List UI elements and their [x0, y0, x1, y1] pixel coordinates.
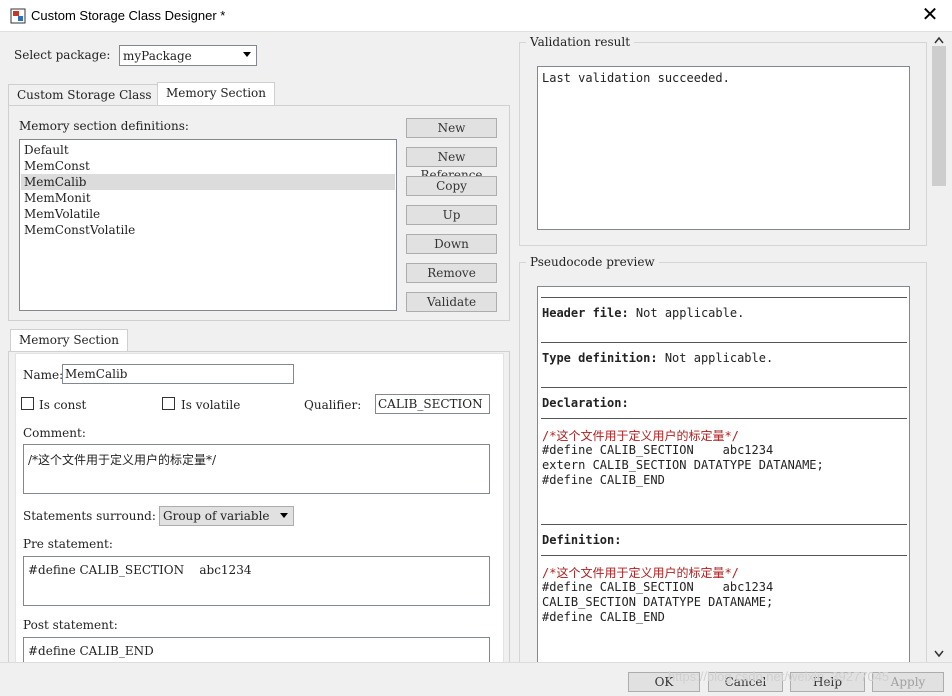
- type-definition-value: Not applicable.: [657, 351, 774, 365]
- type-definition-label: Type definition:: [542, 351, 658, 365]
- list-item[interactable]: MemConstVolatile: [24, 222, 396, 238]
- memory-section-tab[interactable]: Memory Section: [10, 329, 128, 353]
- post-statement-value: #define CALIB_END: [28, 644, 154, 658]
- remove-button[interactable]: Remove: [406, 263, 497, 283]
- header-file-label: Header file:: [542, 306, 629, 320]
- post-statement-label: Post statement:: [23, 618, 118, 632]
- validate-button[interactable]: Validate: [406, 292, 497, 312]
- list-item-selected[interactable]: MemCalib: [21, 174, 395, 190]
- pseudocode-divider: [541, 524, 907, 525]
- package-value: myPackage: [123, 49, 192, 63]
- pre-statement-value: #define CALIB_SECTION abc1234: [28, 563, 252, 577]
- tab-memory-section[interactable]: Memory Section: [157, 82, 275, 106]
- pre-statement-label: Pre statement:: [23, 537, 113, 551]
- pseudocode-divider: [541, 297, 907, 298]
- pseudocode-divider: [541, 555, 907, 556]
- new-reference-button[interactable]: New Reference: [406, 147, 497, 182]
- comment-value: /*这个文件用于定义用户的标定量*/: [28, 453, 217, 467]
- copy-button[interactable]: Copy: [406, 176, 497, 196]
- definitions-label: Memory section definitions:: [19, 119, 189, 133]
- declaration-comment: /*这个文件用于定义用户的标定量*/: [542, 429, 739, 443]
- name-label: Name:: [23, 368, 64, 382]
- qualifier-label: Qualifier:: [304, 398, 362, 412]
- new-button[interactable]: New: [406, 118, 497, 138]
- definition-line: CALIB_SECTION DATATYPE DATANAME;: [542, 595, 774, 609]
- down-button[interactable]: Down: [406, 234, 497, 254]
- is-volatile-checkbox[interactable]: [162, 397, 175, 410]
- qualifier-field[interactable]: CALIB_SECTION: [375, 394, 490, 414]
- declaration-line: extern CALIB_SECTION DATATYPE DATANAME;: [542, 458, 824, 472]
- package-dropdown[interactable]: myPackage: [119, 45, 257, 66]
- comment-field[interactable]: /*这个文件用于定义用户的标定量*/: [23, 444, 490, 494]
- name-value: MemCalib: [65, 367, 128, 381]
- chevron-down-icon: [280, 513, 288, 518]
- window-title: Custom Storage Class Designer *: [31, 8, 226, 23]
- pseudocode-divider: [541, 387, 907, 388]
- post-statement-field[interactable]: #define CALIB_END: [23, 637, 490, 663]
- name-field[interactable]: MemCalib: [62, 364, 294, 384]
- package-label: Select package:: [14, 48, 111, 62]
- pseudocode-label: Pseudocode preview: [526, 255, 659, 269]
- definition-comment: /*这个文件用于定义用户的标定量*/: [542, 566, 739, 580]
- scrollbar-thumb[interactable]: [932, 46, 946, 186]
- declaration-line: #define CALIB_END: [542, 473, 665, 487]
- definition-label: Definition:: [542, 533, 622, 547]
- header-file-value: Not applicable.: [628, 306, 745, 320]
- chevron-down-icon[interactable]: [934, 650, 944, 658]
- pre-statement-field[interactable]: #define CALIB_SECTION abc1234: [23, 556, 490, 606]
- qualifier-value: CALIB_SECTION: [378, 397, 483, 411]
- list-item[interactable]: MemMonit: [24, 190, 396, 206]
- header-file-line: Header file: Not applicable.: [542, 306, 744, 320]
- watermark: https://blog.csdn.net/weixin_39277045: [668, 669, 890, 684]
- chevron-down-icon: [243, 52, 251, 57]
- statements-label: Statements surround:: [23, 509, 156, 523]
- is-volatile-label: Is volatile: [181, 398, 241, 412]
- pseudocode-divider: [541, 418, 907, 419]
- pseudocode-divider: [541, 342, 907, 343]
- type-definition-line: Type definition: Not applicable.: [542, 351, 773, 365]
- validation-label: Validation result: [526, 35, 635, 49]
- validation-result-box: Last validation succeeded.: [537, 66, 910, 230]
- declaration-line: #define CALIB_SECTION abc1234: [542, 443, 774, 457]
- definition-line: #define CALIB_SECTION abc1234: [542, 580, 774, 594]
- app-icon: [10, 8, 26, 24]
- is-const-label: Is const: [39, 398, 87, 412]
- tab-custom-storage-class[interactable]: Custom Storage Class: [8, 84, 161, 106]
- close-icon[interactable]: ✕: [912, 4, 948, 28]
- validation-text: Last validation succeeded.: [542, 71, 730, 85]
- up-button[interactable]: Up: [406, 205, 497, 225]
- is-const-checkbox[interactable]: [21, 397, 34, 410]
- comment-label: Comment:: [23, 426, 86, 440]
- declaration-label: Declaration:: [542, 396, 629, 410]
- statements-value: Group of variable: [163, 509, 270, 523]
- list-item[interactable]: MemConst: [24, 158, 396, 174]
- definition-line: #define CALIB_END: [542, 610, 665, 624]
- list-item[interactable]: Default: [24, 142, 396, 158]
- definitions-list[interactable]: Default MemConst MemCalib MemMonit MemVo…: [19, 139, 397, 311]
- statements-dropdown[interactable]: Group of variable: [159, 506, 294, 526]
- list-item[interactable]: MemVolatile: [24, 206, 396, 222]
- chevron-up-icon[interactable]: [934, 36, 944, 44]
